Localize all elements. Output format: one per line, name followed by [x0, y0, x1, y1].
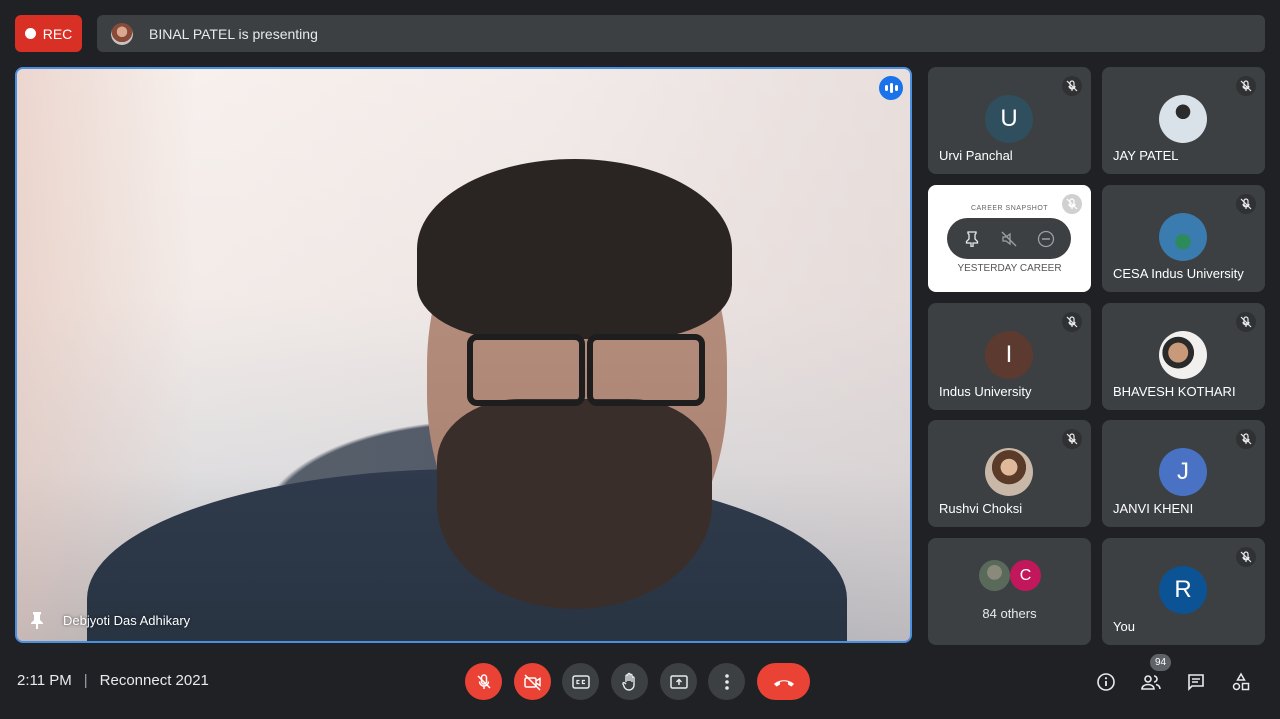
participant-tile[interactable]: I Indus University [928, 303, 1091, 410]
mic-off-icon [1062, 429, 1082, 449]
participant-tile[interactable]: BHAVESH KOTHARI [1102, 303, 1265, 410]
mic-off-icon [1236, 194, 1256, 214]
avatar: J [1159, 448, 1207, 496]
info-icon [1096, 672, 1115, 691]
more-options-button[interactable] [708, 663, 745, 700]
mic-off-icon [1236, 429, 1256, 449]
mic-off-icon [1236, 547, 1256, 567]
avatar [979, 560, 1010, 591]
meeting-details-button[interactable] [1087, 663, 1124, 700]
more-vert-icon [724, 673, 729, 690]
shared-screen-text: YESTERDAY CAREER [957, 263, 1062, 274]
pin-icon[interactable] [958, 225, 986, 253]
people-button[interactable] [1132, 663, 1169, 700]
participant-tile[interactable]: U Urvi Panchal [928, 67, 1091, 174]
participant-name: You [1113, 619, 1135, 634]
avatar [1159, 213, 1207, 261]
presenting-banner[interactable]: BINAL PATEL is presenting [97, 15, 1265, 52]
avatar: R [1159, 566, 1207, 614]
chat-icon [1187, 673, 1204, 691]
participant-name: Rushvi Choksi [939, 501, 1023, 516]
chat-button[interactable] [1177, 663, 1214, 700]
mic-off-icon [1062, 312, 1082, 332]
camera-off-icon [523, 673, 541, 691]
present-icon [669, 674, 688, 689]
people-icon [1140, 674, 1161, 690]
participant-tile[interactable]: JAY PATEL [1102, 67, 1265, 174]
captions-icon [571, 674, 590, 689]
main-speaker-label: Debjyoti Das Adhikary [29, 611, 190, 629]
raise-hand-button[interactable] [611, 663, 648, 700]
avatar [1159, 331, 1207, 379]
avatar: I [985, 331, 1033, 379]
activities-button[interactable] [1222, 663, 1259, 700]
participant-name: BHAVESH KOTHARI [1113, 384, 1236, 399]
camera-toggle-button[interactable] [514, 663, 551, 700]
mic-off-icon [476, 673, 491, 689]
others-tile[interactable]: C 84 others [928, 538, 1091, 645]
presenter-avatar [111, 22, 133, 45]
main-speaker-name: Debjyoti Das Adhikary [63, 612, 191, 628]
recording-indicator[interactable]: REC [15, 15, 82, 52]
speaker-beard [437, 399, 712, 609]
speaker-glasses [447, 334, 722, 409]
speaker-hair [417, 159, 732, 339]
participant-name: JANVI KHENI [1113, 501, 1194, 516]
phone-hangup-icon [773, 679, 794, 686]
avatar: U [985, 95, 1033, 143]
participant-name: CESA Indus University [1113, 266, 1244, 281]
participant-tile[interactable]: Rushvi Choksi [928, 420, 1091, 527]
avatar [1159, 95, 1207, 143]
participant-name: Urvi Panchal [939, 148, 1013, 163]
self-tile[interactable]: R You [1102, 538, 1265, 645]
mute-participant-icon[interactable] [995, 225, 1023, 253]
shared-screen-tile[interactable]: CAREER SNAPSHOT YESTERDAY CAREER [928, 185, 1091, 292]
tile-hover-controls [947, 218, 1071, 259]
recording-label: REC [42, 25, 73, 42]
record-dot-icon [24, 28, 36, 39]
hand-icon [621, 672, 635, 691]
main-speaker-video[interactable]: Debjyoti Das Adhikary [15, 67, 912, 643]
mic-off-icon [1062, 76, 1082, 96]
mic-off-icon [1236, 76, 1256, 96]
others-count: 84 others [982, 606, 1037, 621]
presenting-text: BINAL PATEL is presenting [149, 25, 318, 42]
end-call-button[interactable] [757, 663, 810, 700]
avatar: C [1010, 560, 1041, 591]
participant-name: JAY PATEL [1113, 148, 1179, 163]
mic-off-icon [1236, 312, 1256, 332]
participant-name: Indus University [939, 384, 1032, 399]
participant-tile[interactable]: CESA Indus University [1102, 185, 1265, 292]
activities-icon [1232, 672, 1249, 690]
participant-tile[interactable]: J JANVI KHENI [1102, 420, 1265, 527]
captions-button[interactable] [562, 663, 599, 700]
present-screen-button[interactable] [660, 663, 697, 700]
pin-icon[interactable] [29, 611, 45, 629]
remove-participant-icon[interactable] [1032, 225, 1060, 253]
avatar [985, 448, 1033, 496]
speaking-indicator-icon [879, 76, 903, 100]
mic-toggle-button[interactable] [465, 663, 502, 700]
mic-off-icon [1062, 194, 1082, 214]
